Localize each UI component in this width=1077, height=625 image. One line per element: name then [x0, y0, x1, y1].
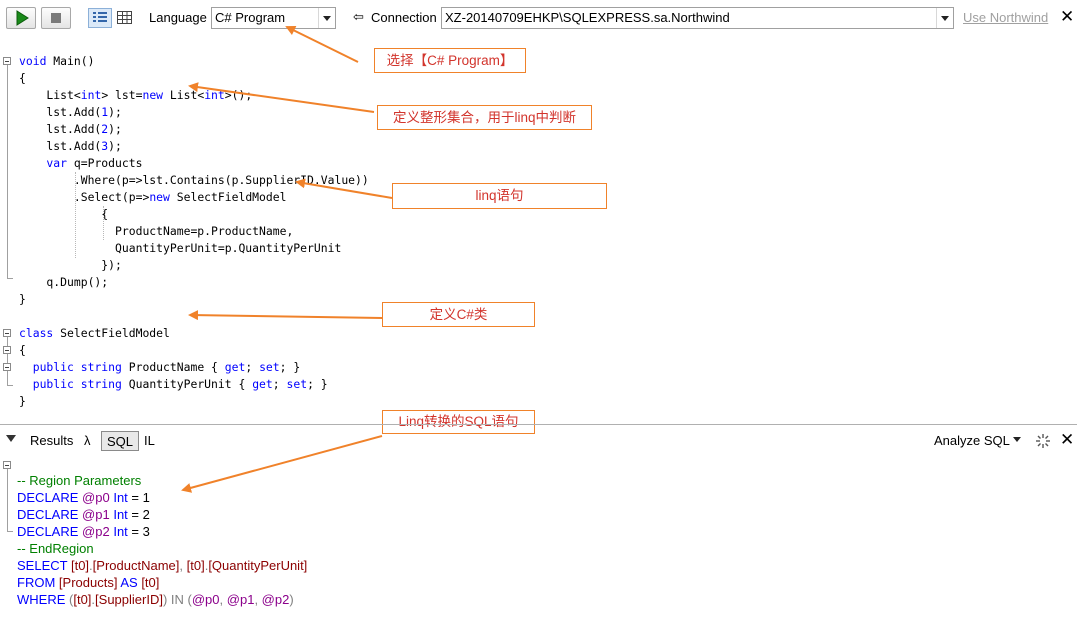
- fold-guide: [7, 469, 8, 531]
- pane-splitter[interactable]: [0, 424, 1077, 425]
- annotation-arrow: [188, 82, 375, 113]
- sql-output: -- Region Parameters DECLARE @p0 Int = 1 D…: [17, 455, 307, 625]
- sql-line: SELECT [t0].[ProductName], [t0].[Quantit…: [17, 558, 308, 573]
- tab-sql[interactable]: SQL: [101, 431, 140, 451]
- chevron-down-icon[interactable]: [1013, 437, 1021, 442]
- analyze-sql-button[interactable]: Analyze SQL: [934, 431, 1010, 451]
- annotation-arrow: [188, 310, 383, 321]
- tab-il[interactable]: IL: [144, 431, 155, 451]
- annotation-linq-statement: linq语句: [392, 183, 607, 209]
- sql-line: DECLARE @p2 Int = 3: [17, 524, 150, 539]
- annotation-define-class: 定义C#类: [382, 302, 535, 327]
- annotation-arrow: [295, 178, 393, 199]
- annotation-sql-translation: Linq转换的SQL语句: [382, 410, 535, 434]
- collapse-results-icon[interactable]: [6, 435, 16, 442]
- sql-line: -- EndRegion: [17, 541, 94, 556]
- tab-results[interactable]: Results: [30, 431, 73, 451]
- sql-line: DECLARE @p1 Int = 2: [17, 507, 150, 522]
- sql-line: FROM [Products] AS [t0]: [17, 575, 160, 590]
- sql-line: DECLARE @p0 Int = 1: [17, 490, 150, 505]
- annotation-int-collection: 定义整形集合，用于linq中判断: [377, 105, 592, 130]
- fold-toggle-icon[interactable]: [3, 461, 11, 469]
- fold-guide-end: [7, 531, 13, 532]
- annotation-select-language: 选择【C# Program】: [374, 48, 526, 73]
- close-results-icon[interactable]: ✕: [1060, 430, 1074, 450]
- sql-line: WHERE ([t0].[SupplierID]) IN (@p0, @p1, …: [17, 592, 294, 607]
- sql-line: -- Region Parameters: [17, 473, 142, 488]
- tab-lambda[interactable]: λ: [84, 431, 91, 451]
- pin-icon[interactable]: [1034, 432, 1052, 450]
- annotation-arrow: [285, 26, 359, 63]
